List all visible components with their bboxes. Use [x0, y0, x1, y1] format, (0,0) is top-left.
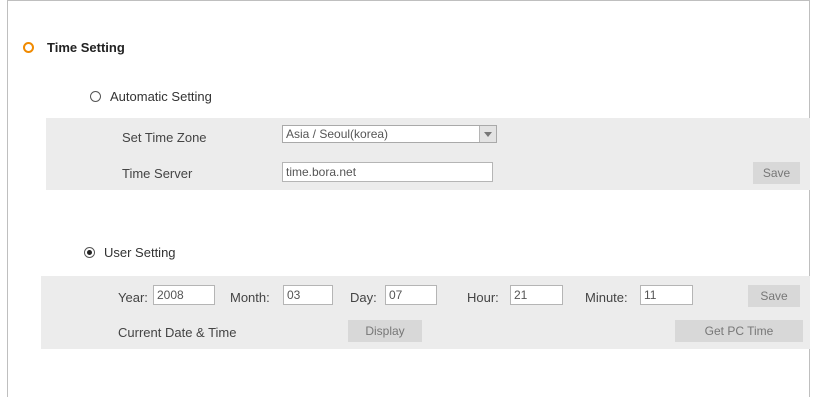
automatic-setting-label: Automatic Setting [110, 89, 212, 104]
section-title: Time Setting [47, 40, 125, 55]
time-server-label: Time Server [122, 166, 193, 181]
automatic-save-button[interactable]: Save [753, 162, 800, 184]
timezone-select[interactable]: Asia / Seoul(korea) [282, 125, 497, 143]
user-setting-option[interactable]: User Setting [84, 245, 176, 260]
chevron-down-icon[interactable] [479, 126, 496, 142]
day-label: Day: [350, 290, 377, 305]
minute-input[interactable]: 11 [640, 285, 693, 305]
hour-input[interactable]: 21 [510, 285, 563, 305]
display-button[interactable]: Display [348, 320, 422, 342]
year-input[interactable]: 2008 [153, 285, 215, 305]
automatic-setting-option[interactable]: Automatic Setting [90, 89, 212, 104]
minute-label: Minute: [585, 290, 628, 305]
day-input[interactable]: 07 [385, 285, 437, 305]
user-setting-label: User Setting [104, 245, 176, 260]
timezone-label: Set Time Zone [122, 130, 207, 145]
current-datetime-label: Current Date & Time [118, 325, 237, 340]
year-label: Year: [118, 290, 148, 305]
hour-label: Hour: [467, 290, 499, 305]
user-radio[interactable] [84, 247, 95, 258]
timezone-value: Asia / Seoul(korea) [286, 127, 389, 141]
bullet-icon [23, 42, 34, 53]
month-label: Month: [230, 290, 270, 305]
time-server-input[interactable]: time.bora.net [282, 162, 493, 182]
automatic-radio[interactable] [90, 91, 101, 102]
get-pc-time-button[interactable]: Get PC Time [675, 320, 803, 342]
user-save-button[interactable]: Save [748, 285, 800, 307]
section-header: Time Setting [23, 40, 125, 55]
month-input[interactable]: 03 [283, 285, 333, 305]
